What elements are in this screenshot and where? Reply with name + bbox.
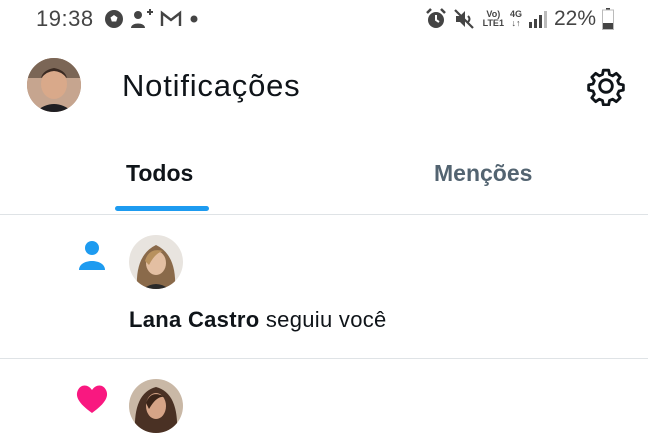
notification-item[interactable]: Lana Castro seguiu você <box>0 215 648 359</box>
soccer-ball-icon <box>105 10 123 28</box>
notification-user-name[interactable]: Lana Castro <box>129 307 259 332</box>
tab-mentions[interactable]: Menções <box>434 160 532 187</box>
tab-all[interactable]: Todos <box>126 160 193 187</box>
status-bar: 19:38 Vo) LTE1 4G ↓↑ 22% <box>0 0 648 40</box>
status-right-icons: Vo) LTE1 4G ↓↑ 22% <box>425 6 614 32</box>
user-photo <box>129 379 183 433</box>
active-tab-indicator <box>115 206 209 211</box>
alarm-icon <box>425 8 446 28</box>
add-user-icon <box>131 9 153 28</box>
data-arrows-icon: ↓↑ <box>511 18 521 28</box>
notification-tabs: Todos Menções <box>0 140 648 215</box>
profile-avatar[interactable] <box>27 58 81 112</box>
user-avatar[interactable] <box>129 379 183 433</box>
status-left-icons <box>104 8 200 30</box>
settings-button[interactable] <box>586 66 626 107</box>
heart-icon <box>76 385 108 413</box>
battery-icon <box>602 8 614 30</box>
battery-percent: 22% <box>553 7 596 30</box>
notification-text: Lana Castro seguiu você <box>129 307 387 333</box>
mute-icon <box>453 9 474 29</box>
dot-icon <box>190 15 198 23</box>
network-generation: 4G ↓↑ <box>509 9 522 28</box>
network-type: Vo) LTE1 <box>482 9 504 28</box>
gear-icon <box>587 68 625 107</box>
user-avatar[interactable] <box>129 235 183 289</box>
profile-photo <box>27 58 81 112</box>
notification-action: seguiu você <box>265 307 387 332</box>
notification-item[interactable] <box>0 359 648 445</box>
gmail-icon <box>160 10 182 26</box>
page-title: Notificações <box>122 68 301 103</box>
signal-icon <box>528 11 547 28</box>
user-photo <box>129 235 183 289</box>
status-time: 19:38 <box>36 6 94 31</box>
app-header: Notificações <box>0 50 648 122</box>
person-icon <box>79 241 105 270</box>
